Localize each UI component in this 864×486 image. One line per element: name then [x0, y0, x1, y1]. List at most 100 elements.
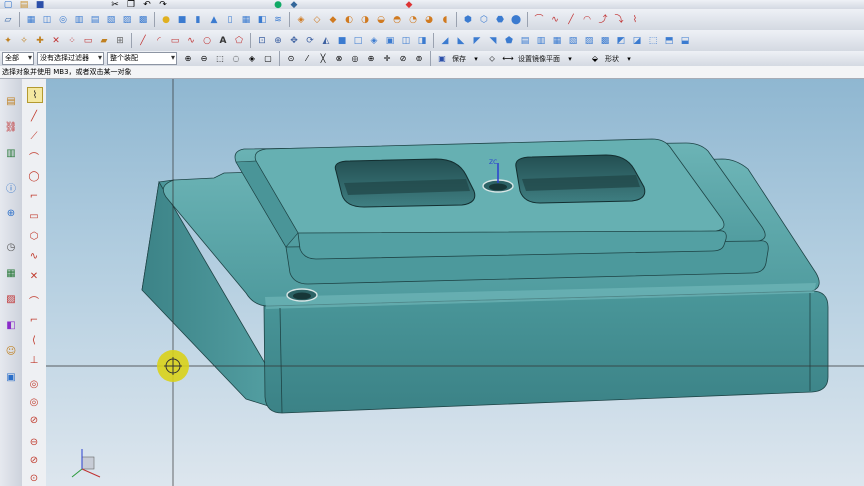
arc-icon[interactable]: ◠ — [580, 13, 594, 27]
feature-select-icon[interactable]: ◈ — [245, 52, 259, 66]
extension-icon[interactable]: ▦ — [550, 34, 564, 48]
text-icon[interactable]: A — [216, 34, 230, 48]
visualization-icon[interactable]: ▨ — [3, 291, 19, 307]
constraint-equal-icon[interactable]: ⊙ — [27, 471, 41, 485]
constraint-coincident-icon[interactable]: ⊖ — [27, 435, 41, 449]
circle-tool-icon[interactable]: ◯ — [27, 169, 41, 183]
wireframe-icon[interactable]: □ — [351, 34, 365, 48]
snap-point-icon[interactable]: ✛ — [380, 52, 394, 66]
line-icon[interactable]: ╱ — [564, 13, 578, 27]
mirror-dropdown-icon[interactable]: ▾ — [563, 52, 577, 66]
polygon-tool-icon[interactable]: ⬡ — [27, 229, 41, 243]
through-curves-icon[interactable]: ◣ — [454, 34, 468, 48]
lasso-select-icon[interactable]: ◌ — [229, 52, 243, 66]
sketch-line-icon[interactable]: ╱ — [136, 34, 150, 48]
slot-icon[interactable]: ▨ — [120, 13, 134, 27]
rectangle-tool-icon[interactable]: ▭ — [27, 209, 41, 223]
rectangle-select-icon[interactable]: ⬚ — [213, 52, 227, 66]
untrim-icon[interactable]: ▩ — [598, 34, 612, 48]
sketch-arc-icon[interactable]: ◜ — [152, 34, 166, 48]
point-icon[interactable]: ✕ — [49, 34, 63, 48]
corner-tool-icon[interactable]: ⊥ — [27, 353, 41, 367]
constraint-parallel-icon[interactable]: ◎ — [27, 377, 41, 391]
styled-sweep-icon[interactable]: ⬓ — [678, 34, 692, 48]
datum-plane-icon[interactable]: ✦ — [1, 34, 15, 48]
save-file-icon[interactable]: ■ — [33, 0, 47, 10]
assembly-navigator-icon[interactable]: ▤ — [3, 93, 19, 109]
roles-icon[interactable]: ☺ — [3, 343, 19, 359]
mirror-icon[interactable]: ◧ — [255, 13, 269, 27]
offset-tool-icon[interactable]: ⌒ — [27, 293, 41, 308]
offset-surface-icon[interactable]: ▧ — [566, 34, 580, 48]
edge-blend-icon[interactable]: ◐ — [342, 13, 356, 27]
shell-icon[interactable]: ◒ — [374, 13, 388, 27]
snap-mid-icon[interactable]: ⁄ — [300, 52, 314, 66]
x-form-icon[interactable]: ⬚ — [646, 34, 660, 48]
view-icon[interactable]: ◆ — [287, 0, 301, 10]
type-filter-select[interactable]: 没有选择过滤器 — [37, 52, 104, 65]
shape-dropdown-icon[interactable]: ▾ — [622, 52, 636, 66]
sketch-polygon-icon[interactable]: ⬠ — [232, 34, 246, 48]
mirror-plane-label[interactable]: 设置镜像平面 — [518, 54, 560, 64]
line-tool-icon[interactable]: ⟋ — [27, 129, 41, 143]
copy-icon[interactable]: ❐ — [124, 0, 138, 10]
thread-icon[interactable]: ≋ — [271, 13, 285, 27]
open-file-icon[interactable]: ▤ — [17, 0, 31, 10]
sketch-rect-icon[interactable]: ▭ — [168, 34, 182, 48]
studio-surface-icon[interactable]: ⬒ — [662, 34, 676, 48]
datum-axis-icon[interactable]: ✧ — [17, 34, 31, 48]
intersect-icon[interactable]: ◆ — [326, 13, 340, 27]
select-all-icon[interactable]: ⊕ — [181, 52, 195, 66]
sketch-spline-icon[interactable]: ∿ — [184, 34, 198, 48]
constraint-perp-icon[interactable]: ◎ — [27, 395, 41, 409]
cut-icon[interactable]: ✂ — [108, 0, 122, 10]
system-materials-icon[interactable]: ▦ — [3, 265, 19, 281]
split-body-icon[interactable]: ◖ — [438, 13, 452, 27]
thicken-icon[interactable]: ⬣ — [493, 13, 507, 27]
curve-icon[interactable]: ⌒ — [532, 13, 546, 27]
spline-tool-icon[interactable]: ∿ — [27, 249, 41, 263]
surface-icon[interactable]: ◢ — [438, 34, 452, 48]
bridge-curve-icon[interactable]: ⌇ — [628, 13, 642, 27]
snap-center-icon[interactable]: ◎ — [348, 52, 362, 66]
top-view-icon[interactable]: ◫ — [399, 34, 413, 48]
snap-intersect-icon[interactable]: ⊗ — [332, 52, 346, 66]
save-dropdown-icon[interactable]: ▾ — [469, 52, 483, 66]
layer-icon[interactable]: ◆ — [402, 0, 416, 10]
boss-icon[interactable]: ▥ — [72, 13, 86, 27]
profile-icon[interactable]: ╱ — [27, 109, 41, 123]
grid-icon[interactable]: ⊞ — [113, 34, 127, 48]
trim-body-icon[interactable]: ◕ — [422, 13, 436, 27]
assembly-scope-select[interactable]: 整个装配 — [107, 52, 177, 65]
part-navigator-icon[interactable]: ▥ — [3, 145, 19, 161]
unite-icon[interactable]: ◈ — [294, 13, 308, 27]
n-sided-icon[interactable]: ⬟ — [502, 34, 516, 48]
tube-icon[interactable]: ▯ — [223, 13, 237, 27]
mirror-plane-icon[interactable]: ⬦ — [485, 52, 499, 66]
patch-icon[interactable]: ⬡ — [477, 13, 491, 27]
redo-icon[interactable]: ↷ — [156, 0, 170, 10]
point-set-icon[interactable]: ⁘ — [65, 34, 79, 48]
pad-icon[interactable]: ▧ — [104, 13, 118, 27]
extrude-icon[interactable]: ▦ — [24, 13, 38, 27]
trim-sheet-icon[interactable]: ▨ — [582, 34, 596, 48]
point-tool-icon[interactable]: ✕ — [27, 269, 41, 283]
perspective-icon[interactable]: ◭ — [319, 34, 333, 48]
hole-icon[interactable]: ◎ — [56, 13, 70, 27]
undo-icon[interactable]: ↶ — [140, 0, 154, 10]
zoom-icon[interactable]: ⊕ — [271, 34, 285, 48]
snap-on-face-icon[interactable]: ⊚ — [412, 52, 426, 66]
block-icon[interactable]: ■ — [175, 13, 189, 27]
history-icon[interactable]: ◷ — [3, 239, 19, 255]
fillet-tool-icon[interactable]: ⌐ — [27, 189, 41, 203]
cylinder-icon[interactable]: ▮ — [191, 13, 205, 27]
snap-filter-select[interactable]: 全部 — [2, 52, 34, 65]
shaded-icon[interactable]: ■ — [335, 34, 349, 48]
rotate-icon[interactable]: ⟳ — [303, 34, 317, 48]
ruler-icon[interactable]: ▰ — [97, 34, 111, 48]
front-view-icon[interactable]: ▣ — [383, 34, 397, 48]
extend-tool-icon[interactable]: ⟨ — [27, 333, 41, 347]
ruled-icon[interactable]: ▤ — [518, 34, 532, 48]
snap-end-icon[interactable]: ⊙ — [284, 52, 298, 66]
pattern-icon[interactable]: ▦ — [239, 13, 253, 27]
